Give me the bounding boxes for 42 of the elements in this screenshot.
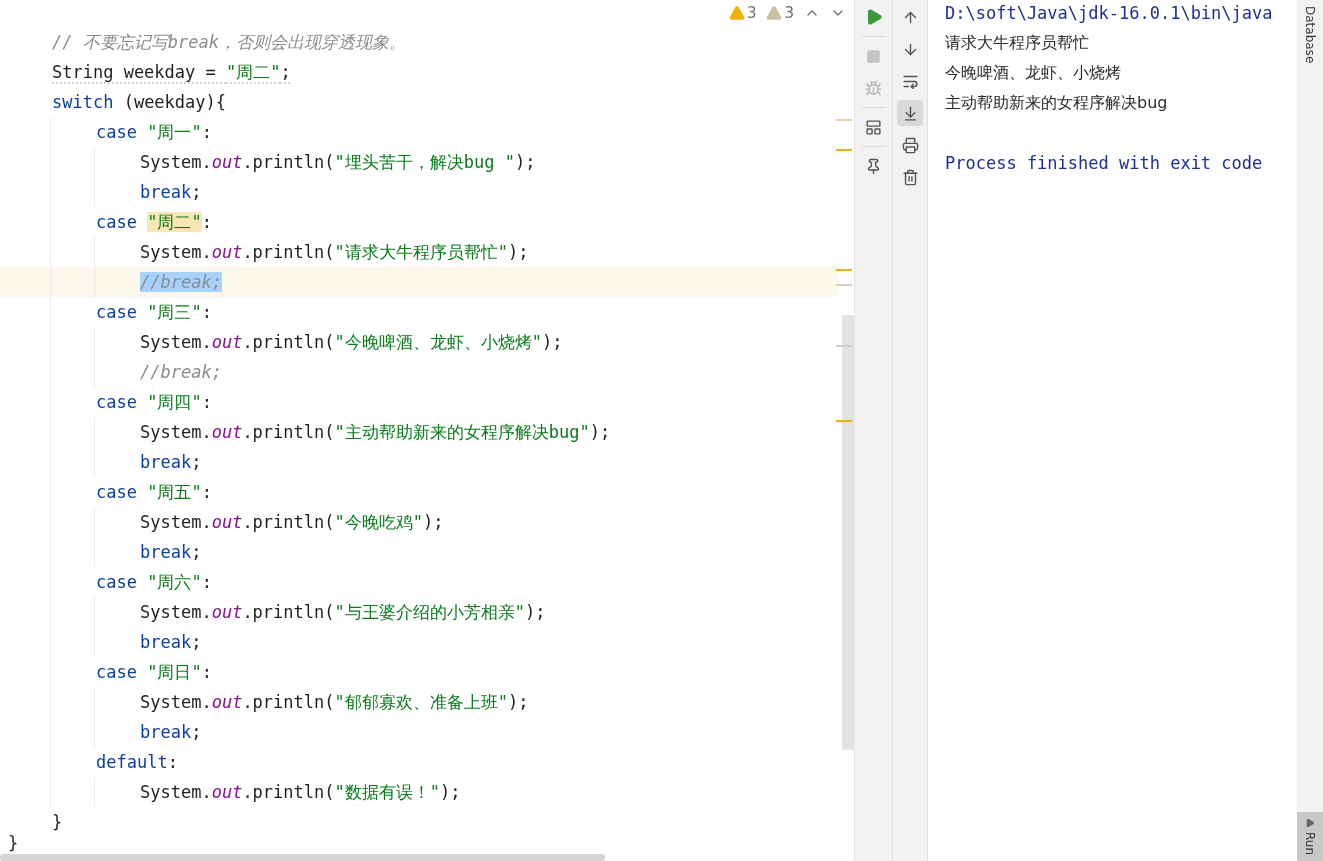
code-line: String weekday = "周二"; xyxy=(52,61,291,84)
code-line: System.out.println("与王婆介绍的小芳相亲"); xyxy=(140,601,546,624)
code-line: System.out.println("郁郁寡欢、准备上班"); xyxy=(140,691,529,714)
code-line: case "周二": xyxy=(96,211,212,234)
code-line: break; xyxy=(140,721,202,744)
code-line: break; xyxy=(140,631,202,654)
code-line: System.out.println("埋头苦干，解决bug "); xyxy=(140,151,536,174)
play-icon xyxy=(1305,818,1315,828)
scroll-to-end-icon[interactable] xyxy=(897,100,923,126)
code-line: case "周四": xyxy=(96,391,212,414)
warning-count[interactable]: 3 xyxy=(766,4,794,22)
console-line: D:\soft\Java\jdk-16.0.1\bin\java xyxy=(945,2,1274,25)
code-editor[interactable] xyxy=(0,0,855,861)
code-line: System.out.println("请求大牛程序员帮忙"); xyxy=(140,241,529,264)
code-line: break; xyxy=(140,181,202,204)
code-line: //break; xyxy=(140,361,222,384)
code-line: System.out.println("今晚吃鸡"); xyxy=(140,511,444,534)
closing-brace: } xyxy=(8,833,19,853)
scrollbar[interactable] xyxy=(0,854,605,861)
console-line: 主动帮助新来的女程序解决bug xyxy=(945,92,1169,114)
code-line: case "周日": xyxy=(96,661,212,684)
code-line: case "周六": xyxy=(96,571,212,594)
console-line: 今晚啤酒、龙虾、小烧烤 xyxy=(945,62,1122,84)
code-line: } xyxy=(52,811,63,834)
code-line: case "周三": xyxy=(96,301,212,324)
code-line: case "周一": xyxy=(96,121,212,144)
warning-icon xyxy=(766,5,783,21)
warning-count[interactable]: 3 xyxy=(728,4,757,22)
code-line: System.out.println("数据有误！"); xyxy=(140,781,461,804)
code-line: System.out.println("今晚啤酒、龙虾、小烧烤"); xyxy=(140,331,563,354)
code-line: // 不要忘记写break，否则会出现穿透现象。 xyxy=(52,31,406,54)
warning-icon xyxy=(728,5,745,21)
code-line: switch (weekday){ xyxy=(52,91,226,114)
side-tab[interactable]: Run xyxy=(1297,812,1323,861)
code-line: default: xyxy=(96,751,178,774)
console-line: Process finished with exit code xyxy=(945,152,1264,175)
code-line: System.out.println("主动帮助新来的女程序解决bug"); xyxy=(140,421,611,444)
console-line: 请求大牛程序员帮忙 xyxy=(945,32,1090,54)
code-line: break; xyxy=(140,451,202,474)
code-line: case "周五": xyxy=(96,481,212,504)
side-tab[interactable]: Database xyxy=(1297,0,1323,70)
code-line: break; xyxy=(140,541,202,564)
